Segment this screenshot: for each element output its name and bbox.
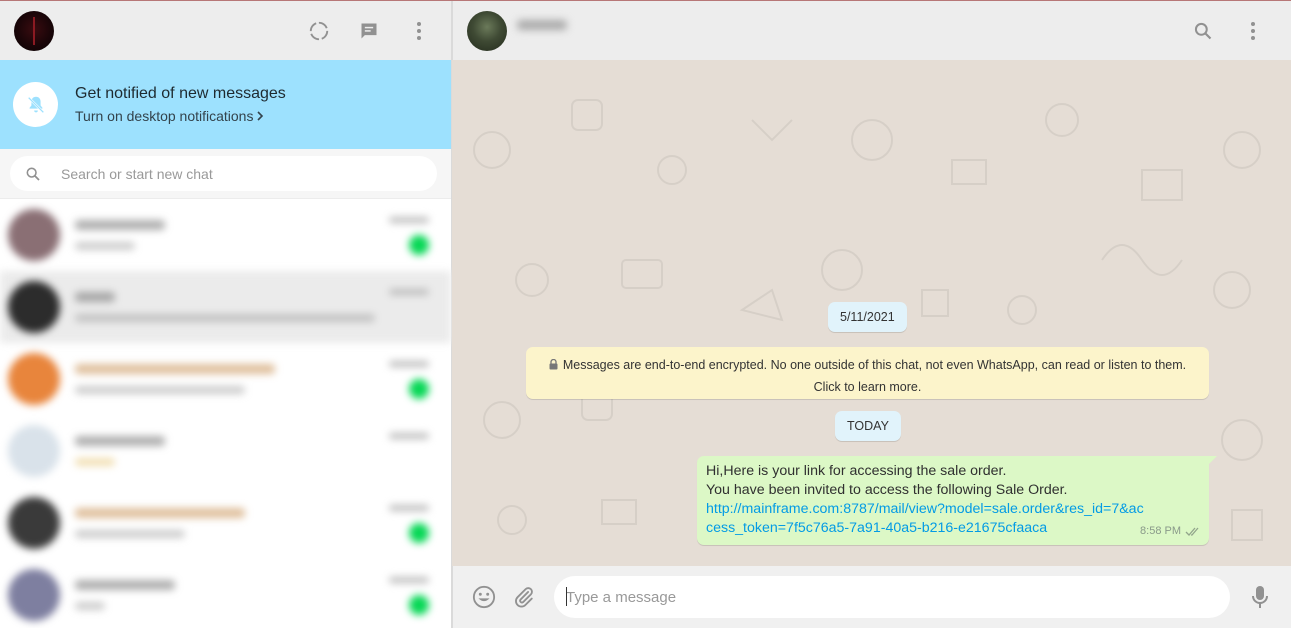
avatar: [8, 569, 60, 621]
enable-notifications-link[interactable]: Turn on desktop notifications: [75, 108, 286, 124]
contact-name: [517, 16, 597, 46]
double-check-icon: [1185, 527, 1199, 536]
conversation-header-actions: [1191, 1, 1265, 60]
status-icon[interactable]: [307, 19, 331, 43]
avatar: [8, 281, 60, 333]
conversation-header[interactable]: [452, 1, 1291, 60]
chat-list-item[interactable]: [0, 271, 451, 343]
avatar: [8, 353, 60, 405]
search-input[interactable]: [61, 165, 361, 182]
outgoing-message[interactable]: Hi,Here is your link for accessing the s…: [697, 456, 1217, 545]
left-pane: Get notified of new messages Turn on des…: [0, 1, 452, 628]
unread-badge: [409, 235, 429, 255]
notification-banner[interactable]: Get notified of new messages Turn on des…: [0, 60, 451, 149]
compose-bar: [452, 566, 1291, 628]
attach-icon[interactable]: [512, 585, 536, 609]
notification-text: Get notified of new messages Turn on des…: [75, 85, 286, 124]
my-avatar[interactable]: [14, 10, 54, 51]
search-bar: [0, 149, 451, 199]
bell-off-icon: [13, 82, 58, 127]
chevron-right-icon: [257, 111, 264, 121]
chat-list: [0, 199, 451, 628]
conversation-pane: 5/11/2021 Messages are end-to-end encryp…: [452, 1, 1291, 628]
notification-link-label: Turn on desktop notifications: [75, 108, 254, 124]
unread-badge: [409, 379, 429, 399]
message-line: You have been invited to access the foll…: [706, 482, 1068, 498]
today-divider: TODAY: [835, 411, 901, 441]
unread-badge: [409, 523, 429, 543]
left-header-actions: [307, 1, 431, 60]
lock-icon: [549, 356, 558, 377]
encryption-notice[interactable]: Messages are end-to-end encrypted. No on…: [526, 347, 1209, 399]
contact-avatar[interactable]: [467, 10, 507, 51]
chat-list-item[interactable]: [0, 199, 451, 271]
message-area[interactable]: 5/11/2021 Messages are end-to-end encryp…: [452, 60, 1291, 566]
left-header: [0, 1, 451, 60]
menu-icon[interactable]: [1241, 19, 1265, 43]
date-divider: 5/11/2021: [828, 302, 907, 332]
avatar: [8, 209, 60, 261]
chat-list-item[interactable]: [0, 415, 451, 487]
microphone-icon[interactable]: [1248, 585, 1272, 609]
search-icon[interactable]: [1191, 19, 1215, 43]
encryption-text: Messages are end-to-end encrypted. No on…: [562, 358, 1187, 394]
search-icon: [26, 167, 40, 181]
message-time: 8:58 PM: [1140, 525, 1181, 537]
message-input[interactable]: [566, 588, 1230, 606]
message-line: Hi,Here is your link for accessing the s…: [706, 463, 1007, 479]
notification-title: Get notified of new messages: [75, 85, 286, 102]
chat-list-item[interactable]: [0, 487, 451, 559]
avatar: [8, 425, 60, 477]
avatar: [8, 497, 60, 549]
emoji-icon[interactable]: [472, 585, 496, 609]
text-caret: [566, 587, 567, 606]
message-input-box[interactable]: [554, 576, 1230, 618]
unread-badge: [409, 595, 429, 615]
message-link[interactable]: http://mainframe.com:8787/mail/view?mode…: [706, 500, 1146, 538]
message-meta: 8:58 PM: [1140, 522, 1201, 541]
chat-list-item[interactable]: [0, 559, 451, 628]
menu-icon[interactable]: [407, 19, 431, 43]
new-chat-icon[interactable]: [357, 19, 381, 43]
chat-list-item[interactable]: [0, 343, 451, 415]
whatsapp-web-app: Get notified of new messages Turn on des…: [0, 0, 1291, 628]
search-box[interactable]: [10, 156, 437, 191]
